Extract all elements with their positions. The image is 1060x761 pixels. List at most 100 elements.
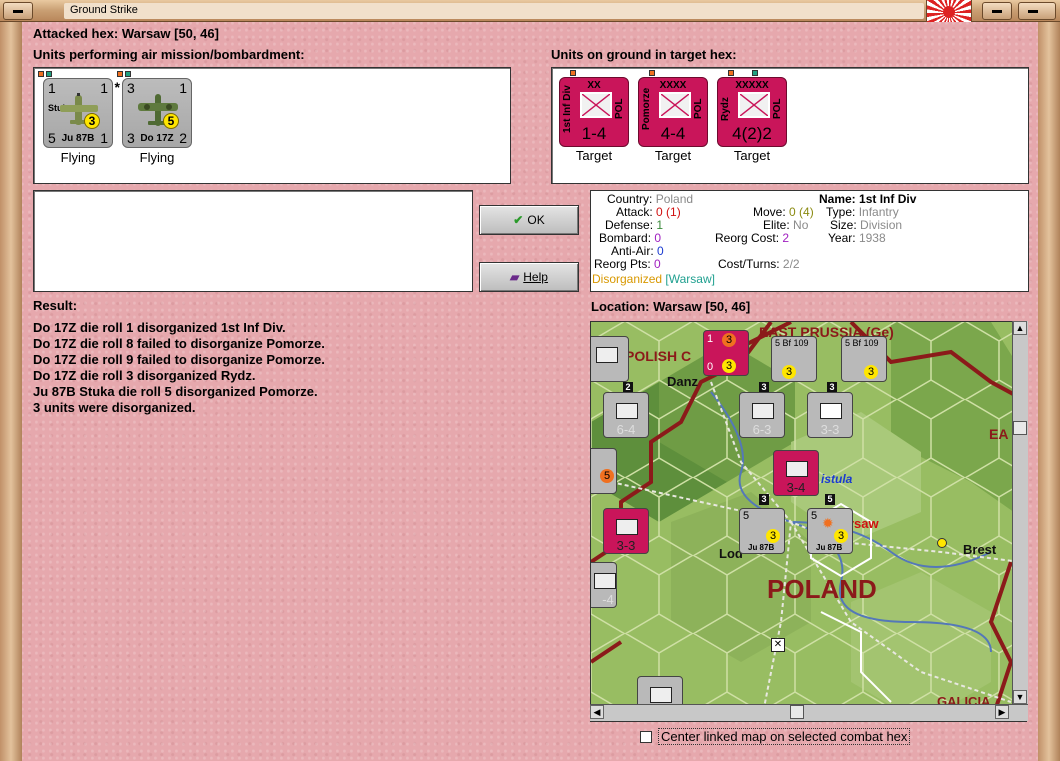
status-dot (125, 71, 131, 77)
defense-label: Defense: (605, 218, 654, 232)
unit-info-panel: Country: Poland Attack: 0 (1) Defense: 1… (590, 190, 1029, 292)
frame-right (1038, 22, 1060, 761)
map-unit-counter[interactable]: 3-4 (773, 450, 819, 496)
air-unit-do17z[interactable]: 3 1 5 3 Do 17Z 2 (117, 71, 192, 148)
unit-strength: 3-3 (616, 538, 636, 553)
unit-strength: 6-4 (616, 422, 636, 437)
scroll-up-button[interactable]: ▲ (1013, 321, 1027, 335)
status-dot (649, 70, 655, 76)
center-map-checkbox[interactable]: Center linked map on selected combat hex (640, 728, 911, 745)
scroll-down-button[interactable]: ▼ (1013, 690, 1027, 704)
air-stat: 3 (127, 80, 135, 96)
infantry-symbol-icon (786, 461, 808, 477)
hq-symbol-icon (820, 403, 842, 419)
unit-nation: POL (772, 98, 783, 120)
city-marker-icon (937, 538, 947, 548)
map-unit-counter[interactable]: -4 (591, 562, 617, 608)
title-bar: Ground Strike (0, 0, 1060, 22)
attack-label: Attack: (616, 205, 653, 219)
checkbox-box[interactable] (640, 731, 652, 743)
cost-turns-label: Cost/Turns: (718, 257, 780, 271)
map-vertical-scrollbar[interactable]: ▲ ▼ (1012, 321, 1028, 706)
country-value: Poland (655, 192, 694, 206)
map-label-vistula: istula (821, 472, 853, 486)
result-label: Result: (33, 298, 78, 313)
fire-icon: ✹ (822, 515, 834, 531)
unit-strength: 4-4 (660, 124, 686, 143)
ok-button[interactable]: ✔ OK (479, 205, 579, 235)
year-label: Year: (828, 231, 856, 245)
air-units-label: Units performing air mission/bombardment… (33, 47, 305, 62)
result-line: Ju 87B Stuka die roll 5 disorganized Pom… (33, 384, 318, 399)
scroll-right-button[interactable]: ▶ (995, 705, 1009, 719)
book-icon: ▰ (510, 270, 520, 284)
restore-button[interactable] (1018, 2, 1056, 20)
map-unit-counter[interactable]: 1 3 0 3 (703, 330, 749, 376)
map-unit-counter[interactable]: 3-3 (807, 392, 853, 438)
map-air-unit-counter[interactable]: 5 Bf 109 3 (841, 336, 887, 382)
bombard-label: Bombard: (599, 231, 652, 245)
status-dot (728, 70, 734, 76)
map-label-ea: EA (989, 426, 1009, 442)
type-label: Type: (826, 205, 856, 219)
help-label: Help (523, 270, 548, 284)
map-unit-counter[interactable]: 6-4 (603, 392, 649, 438)
status-dot (117, 71, 123, 77)
name-value: 1st Inf Div (859, 192, 917, 206)
map-label-brest: Brest (963, 542, 997, 557)
reorg-pts-label: Reorg Pts: (594, 257, 651, 271)
reorg-pts-value: 0 (654, 257, 661, 271)
map-air-unit-counter[interactable]: 5 3 Ju 87B (739, 508, 785, 554)
infantry-symbol-icon (752, 403, 774, 419)
ground-units-label: Units on ground in target hex: (551, 47, 737, 62)
unit-strength: 1-4 (581, 124, 607, 143)
map-label-polish-corridor: POLISH C (625, 348, 692, 364)
ground-unit-rydz[interactable]: XXXXX Rydz POL 4(2)2 (717, 70, 787, 147)
size-value: Division (860, 218, 903, 232)
air-unit-badge: 3 (84, 113, 100, 129)
minimize-right-button[interactable] (982, 2, 1012, 20)
result-line: Do 17Z die roll 3 disorganized Rydz. (33, 368, 256, 383)
infantry-symbol-icon (616, 519, 638, 535)
status-dot (38, 71, 44, 77)
country-label: Country: (607, 192, 653, 206)
air-unit-ju87b[interactable]: 1 1 * Stuka 3 5 Ju 87B 1 (38, 71, 120, 148)
ground-strike-dialog: Attacked hex: Warsaw [50, 46] Units perf… (22, 22, 1038, 761)
air-stat: 1 (100, 80, 108, 96)
map-air-unit-counter[interactable]: 5 ✹ 3 Ju 87B (807, 508, 853, 554)
ground-unit-1st-inf-div[interactable]: XX 1st Inf Div POL 1-4 (559, 70, 629, 147)
unit-strength: 3-3 (820, 422, 840, 437)
ground-unit-pomorze[interactable]: XXXX Pomorze POL 4-4 (638, 70, 708, 147)
checkmark-icon: ✔ (513, 213, 524, 227)
combat-map[interactable]: EAST PRUSSIA (Ge) POLISH C Danz EA istul… (590, 321, 1027, 722)
map-unit-counter[interactable]: 3-3 (603, 508, 649, 554)
name-label: Name: (819, 192, 856, 206)
air-unit-badge: 5 (163, 113, 179, 129)
ground-units-panel: XX 1st Inf Div POL 1-4 Target XXXX Pomor… (551, 67, 1029, 184)
air-unit-caption: Flying (60, 150, 96, 165)
attacked-hex-label: Attacked hex: Warsaw [50, 46] (33, 26, 219, 41)
stack-count: 5 (825, 494, 835, 505)
bombard-value: 0 (654, 231, 662, 245)
help-button[interactable]: ▰ Help (479, 262, 579, 292)
vertical-scroll-thumb[interactable] (1013, 421, 1027, 435)
type-value: Infantry (858, 205, 899, 219)
map-horizontal-scrollbar[interactable]: ◀ ▶ (590, 704, 1028, 721)
location-label: Location: Warsaw [50, 46] (591, 299, 751, 314)
unit-strength: 6-3 (752, 422, 772, 437)
map-air-unit-counter[interactable]: 5 (591, 448, 617, 494)
move-label: Move: (753, 205, 786, 219)
ground-unit-caption: Target (654, 148, 692, 163)
map-air-unit-counter[interactable]: 5 Bf 109 3 (771, 336, 817, 382)
infantry-symbol-icon (580, 92, 612, 118)
horizontal-scroll-thumb[interactable] (790, 705, 804, 719)
scroll-left-button[interactable]: ◀ (590, 705, 604, 719)
map-unit-counter[interactable] (591, 336, 629, 382)
reorg-cost-label: Reorg Cost: (715, 231, 780, 245)
minimize-button[interactable] (3, 2, 33, 20)
ok-label: OK (527, 213, 545, 227)
fortification-icon: ✕ (771, 638, 785, 652)
map-unit-counter[interactable]: 6-3 (739, 392, 785, 438)
frame-left (0, 22, 22, 761)
air-unit-caption: Flying (139, 150, 175, 165)
